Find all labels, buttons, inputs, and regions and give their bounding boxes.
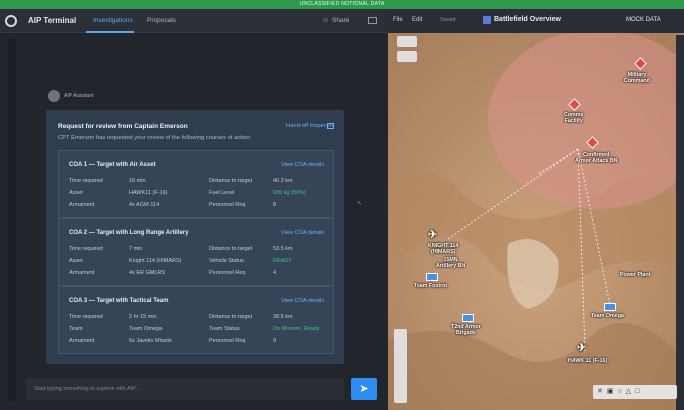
send-icon: ➤ <box>359 383 369 395</box>
menu-edit[interactable]: Edit <box>412 17 422 23</box>
aip-terminal-pane: AIP Terminal Investigations Proposals ☺ … <box>0 9 388 410</box>
field-label: Personnel Req <box>209 202 246 208</box>
mock-data-badge: MOCK DATA <box>626 17 661 23</box>
field-value: Knight 114 (HIMARS) <box>129 258 182 264</box>
review-request-card: Request for review from Captain Emerson … <box>46 110 344 364</box>
field-value: Team Omega <box>129 326 163 332</box>
map-label: HAWK 11 (F-16) <box>568 358 608 364</box>
map-title[interactable]: Battlefield Overview <box>494 16 561 23</box>
map-label: T2nd Armor Brigade <box>451 324 481 336</box>
field-label: Armament <box>69 270 95 276</box>
chat-input-placeholder: Start typing something to explore with A… <box>34 386 140 392</box>
map-label: Power Plant <box>620 272 651 278</box>
field-label: Time required <box>69 314 103 320</box>
assistant-avatar <box>48 90 60 102</box>
field-value: 4x AGM-114 <box>129 202 160 208</box>
layer-toggle-button[interactable] <box>397 36 417 47</box>
field-label: Vehicle Status <box>209 258 244 264</box>
menu-file[interactable]: File <box>393 17 403 23</box>
field-label: Personnel Req <box>209 338 246 344</box>
coa-card: COA 2 — Target with Long Range Artillery… <box>58 218 334 286</box>
left-rail <box>8 39 16 401</box>
field-value: HAWK11 (F-16) <box>129 190 168 196</box>
field-value: 4 <box>273 270 277 276</box>
map-label: Team Omega <box>591 313 624 319</box>
share-button[interactable]: Share <box>332 17 349 24</box>
field-value: On Mission, Ready <box>273 326 320 332</box>
field-value: 935 kg (80%) <box>273 190 306 196</box>
view-coa-details-link[interactable]: View COA details <box>281 230 324 236</box>
coa-title: COA 1 — Target with Air Asset <box>69 162 156 168</box>
request-title: Request for review from Captain Emerson <box>58 123 188 130</box>
friendly-unit-marker[interactable] <box>462 314 474 322</box>
selection-tool-button[interactable] <box>397 51 417 62</box>
field-label: Time required <box>69 246 103 252</box>
coa-card: COA 1 — Target with Air Asset View COA d… <box>58 150 334 218</box>
tab-proposals[interactable]: Proposals <box>147 17 176 24</box>
coa-title: COA 3 — Target with Tactical Team <box>69 298 169 304</box>
field-value: 39.5 km <box>273 314 293 320</box>
field-label: Time required <box>69 178 103 184</box>
field-value: 8 <box>273 202 277 208</box>
field-label: Armament <box>69 202 95 208</box>
field-label: Distance to target <box>209 314 253 320</box>
field-value: 40.3 km <box>273 178 293 184</box>
field-label: Team <box>69 326 83 332</box>
request-subtitle: CPT Emerson has requested your review of… <box>58 135 252 141</box>
handoff-icon[interactable] <box>327 123 334 129</box>
aircraft-icon[interactable]: ✈ <box>428 230 437 241</box>
app-header: AIP Terminal Investigations Proposals ☺ … <box>0 9 388 33</box>
field-label: Team Status <box>209 326 240 332</box>
app-title: AIP Terminal <box>28 16 77 25</box>
field-value: 2 hr 15 min <box>129 314 157 320</box>
friendly-unit-marker[interactable] <box>604 303 616 311</box>
field-label: Fuel Level <box>209 190 235 196</box>
field-value: 7 min <box>129 246 143 252</box>
field-value: 9 <box>273 338 277 344</box>
map-label: Military Command <box>624 72 650 84</box>
logo-icon <box>5 15 17 27</box>
view-coa-details-link[interactable]: View COA details <box>281 298 324 304</box>
send-button[interactable]: ➤ <box>351 378 377 400</box>
coa-title: COA 2 — Target with Long Range Artillery <box>69 230 189 236</box>
map-label: Comms Facility <box>564 112 584 124</box>
field-label: Distance to target <box>209 178 253 184</box>
field-value: READY <box>273 258 292 264</box>
field-label: Armament <box>69 338 95 344</box>
map-pane: File Edit Saved Battlefield Overview MOC… <box>388 9 684 410</box>
field-value: 6x Javelin Missile <box>129 338 172 344</box>
map-toolbar: File Edit Saved Battlefield Overview MOC… <box>388 9 684 33</box>
map-label: Team Foxtrot <box>414 283 448 289</box>
friendly-unit-marker[interactable] <box>426 273 438 281</box>
map-label: 15MN Artillery BN <box>436 257 466 269</box>
map-icon <box>483 16 491 24</box>
map-right-rail <box>676 35 684 410</box>
view-coa-details-link[interactable]: View COA details <box>281 162 324 168</box>
field-value: 16 min <box>129 178 146 184</box>
field-value: 4x ER GMLRS <box>129 270 166 276</box>
mouse-cursor: ↖ <box>357 201 363 207</box>
tab-investigations[interactable]: Investigations <box>93 17 133 24</box>
field-label: Asset <box>69 258 83 264</box>
map-label: Confirmed Armor Attack BN <box>575 152 618 164</box>
map-side-toolbar[interactable] <box>394 329 407 403</box>
classification-banner: UNCLASSIFIED NOTIONAL DATA <box>0 0 684 9</box>
field-label: Asset <box>69 190 83 196</box>
saved-status: Saved <box>440 17 456 23</box>
map-bottom-toolbar[interactable]: ✕▣○△□ <box>593 385 677 399</box>
assistant-label: AIP Assistant <box>64 93 94 99</box>
field-label: Personnel Req <box>209 270 246 276</box>
field-value: 53.5 km <box>273 246 293 252</box>
active-tab-indicator <box>86 31 134 33</box>
chat-input[interactable]: Start typing something to explore with A… <box>26 378 344 400</box>
map-label: KNIGHT 114 (HIMARS) <box>428 243 459 255</box>
share-icon[interactable]: ☺ <box>322 17 329 24</box>
panel-toggle-icon[interactable] <box>368 17 377 24</box>
field-label: Distance to target <box>209 246 253 252</box>
aircraft-icon[interactable]: ✈ <box>577 343 586 354</box>
coa-card: COA 3 — Target with Tactical Team View C… <box>58 286 334 354</box>
